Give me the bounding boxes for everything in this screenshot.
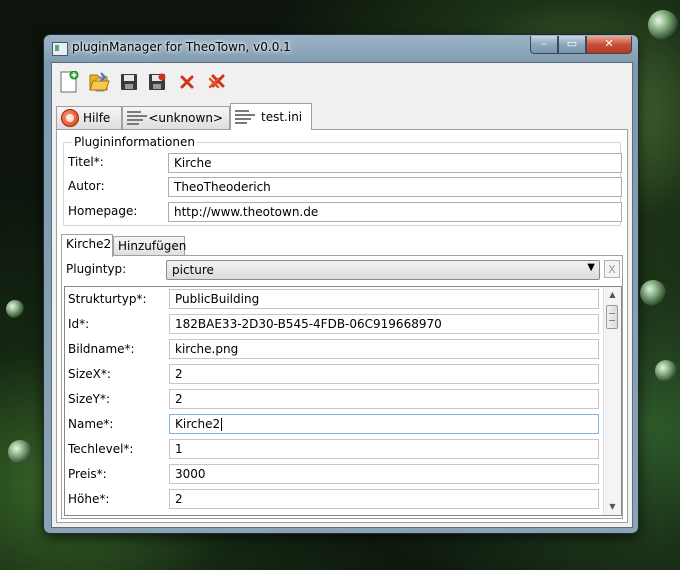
titel-input[interactable]: Kirche bbox=[168, 153, 622, 173]
help-icon bbox=[61, 109, 79, 127]
desktop-water-drop bbox=[6, 300, 24, 318]
plugintyp-label: Plugintyp: bbox=[66, 262, 127, 276]
sizex-input[interactable]: 2 bbox=[169, 364, 599, 384]
property-label: Preis*: bbox=[68, 467, 107, 481]
name-input[interactable]: Kirche2 bbox=[169, 414, 599, 434]
vertical-scrollbar[interactable]: ▲ ▼ bbox=[603, 287, 621, 515]
document-icon bbox=[235, 108, 257, 126]
group-title: Plugininformationen bbox=[72, 135, 197, 149]
save-as-button[interactable] bbox=[146, 71, 168, 93]
new-file-button[interactable] bbox=[58, 71, 80, 93]
document-icon bbox=[127, 109, 147, 127]
autor-input[interactable]: TheoTheoderich bbox=[168, 177, 622, 197]
new-file-icon bbox=[60, 71, 79, 93]
window-controls: – ▭ ✕ bbox=[530, 36, 632, 54]
field-row-homepage: Homepage: http://www.theotown.de bbox=[64, 202, 622, 224]
text-caret bbox=[221, 418, 223, 431]
save-button[interactable] bbox=[118, 71, 140, 93]
name-input-value: Kirche2 bbox=[175, 417, 221, 431]
plugin-panel-kirche2: Plugintyp: picture ▼ X Strukturtyp*: Pub… bbox=[61, 255, 623, 519]
tab-panel-test-ini: Plugininformationen Titel*: Kirche Autor… bbox=[56, 129, 628, 523]
open-folder-icon bbox=[89, 72, 110, 92]
property-row: Name*: Kirche2 bbox=[65, 414, 605, 436]
app-window: pluginManager for TheoTown, v0.0.1 – ▭ ✕ bbox=[44, 35, 638, 533]
save-as-icon bbox=[149, 73, 166, 90]
delete-button[interactable] bbox=[176, 71, 198, 93]
tab-test-ini[interactable]: test.ini bbox=[230, 103, 312, 130]
property-row: SizeY*: 2 bbox=[65, 389, 605, 411]
field-row-titel: Titel*: Kirche bbox=[64, 153, 622, 175]
plugintyp-select[interactable]: picture ▼ bbox=[166, 260, 600, 280]
window-title: pluginManager for TheoTown, v0.0.1 bbox=[72, 40, 291, 54]
homepage-input[interactable]: http://www.theotown.de bbox=[168, 202, 622, 222]
open-button[interactable] bbox=[88, 71, 110, 93]
property-label: Bildname*: bbox=[68, 342, 135, 356]
tab-label: <unknown> bbox=[148, 111, 223, 125]
tab-kirche2[interactable]: Kirche2 bbox=[61, 234, 113, 257]
sizey-input[interactable]: 2 bbox=[169, 389, 599, 409]
title-bar[interactable]: pluginManager for TheoTown, v0.0.1 – ▭ ✕ bbox=[44, 35, 638, 61]
client-area: Hilfe <unknown> test.ini Plugininformati… bbox=[51, 62, 633, 528]
hoehe-input[interactable]: 2 bbox=[169, 489, 599, 509]
delete-icon bbox=[180, 75, 194, 89]
desktop-water-drop bbox=[655, 360, 677, 382]
field-label: Homepage: bbox=[68, 204, 138, 218]
desktop-water-drop bbox=[648, 10, 678, 40]
desktop-water-drop bbox=[8, 440, 32, 464]
scroll-up-arrow-icon[interactable]: ▲ bbox=[604, 287, 621, 303]
toolbar bbox=[52, 63, 632, 103]
save-icon bbox=[121, 74, 137, 90]
chevron-down-icon: ▼ bbox=[587, 262, 595, 273]
tab-unknown[interactable]: <unknown> bbox=[122, 106, 230, 129]
maximize-button[interactable]: ▭ bbox=[558, 36, 586, 54]
scroll-down-arrow-icon[interactable]: ▼ bbox=[604, 499, 621, 515]
property-label: Techlevel*: bbox=[68, 442, 134, 456]
tab-label: test.ini bbox=[261, 110, 303, 124]
delete-all-icon bbox=[208, 74, 225, 89]
bildname-input[interactable]: kirche.png bbox=[169, 339, 599, 359]
scrollbar-thumb[interactable] bbox=[606, 305, 618, 329]
property-row: Techlevel*: 1 bbox=[65, 439, 605, 461]
field-label: Autor: bbox=[68, 179, 105, 193]
id-input[interactable]: 182BAE33-2D30-B545-4FDB-06C919668970 bbox=[169, 314, 599, 334]
property-label: SizeY*: bbox=[68, 392, 111, 406]
property-label: Strukturtyp*: bbox=[68, 292, 147, 306]
techlevel-input[interactable]: 1 bbox=[169, 439, 599, 459]
app-icon bbox=[52, 42, 68, 56]
property-row: SizeX*: 2 bbox=[65, 364, 605, 386]
delete-all-button[interactable] bbox=[206, 71, 228, 93]
desktop-water-drop bbox=[640, 280, 666, 306]
tab-hilfe[interactable]: Hilfe bbox=[56, 106, 122, 129]
plugin-tab-bar: Kirche2 Hinzufügen bbox=[61, 234, 621, 257]
field-row-autor: Autor: TheoTheoderich bbox=[64, 177, 622, 199]
property-label: SizeX*: bbox=[68, 367, 111, 381]
close-button[interactable]: ✕ bbox=[586, 36, 632, 54]
plugin-info-group: Plugininformationen Titel*: Kirche Autor… bbox=[63, 135, 622, 226]
property-row: Id*: 182BAE33-2D30-B545-4FDB-06C91966897… bbox=[65, 314, 605, 336]
property-row: Preis*: 3000 bbox=[65, 464, 605, 486]
tab-hinzufuegen[interactable]: Hinzufügen bbox=[113, 236, 186, 256]
property-row: Strukturtyp*: PublicBuilding bbox=[65, 289, 605, 311]
property-label: Name*: bbox=[68, 417, 114, 431]
properties-scroll-area: Strukturtyp*: PublicBuilding Id*: 182BAE… bbox=[64, 286, 622, 516]
plugintyp-value: picture bbox=[172, 263, 214, 277]
preis-input[interactable]: 3000 bbox=[169, 464, 599, 484]
property-row: Bildname*: kirche.png bbox=[65, 339, 605, 361]
tab-label: Hilfe bbox=[83, 111, 111, 125]
property-label: Höhe*: bbox=[68, 492, 110, 506]
strukturtyp-input[interactable]: PublicBuilding bbox=[169, 289, 599, 309]
property-row: Höhe*: 2 bbox=[65, 489, 605, 511]
minimize-button[interactable]: – bbox=[530, 36, 558, 54]
property-label: Id*: bbox=[68, 317, 90, 331]
file-tab-bar: Hilfe <unknown> test.ini bbox=[56, 103, 628, 130]
clear-plugintyp-button[interactable]: X bbox=[604, 260, 620, 278]
field-label: Titel*: bbox=[68, 155, 104, 169]
